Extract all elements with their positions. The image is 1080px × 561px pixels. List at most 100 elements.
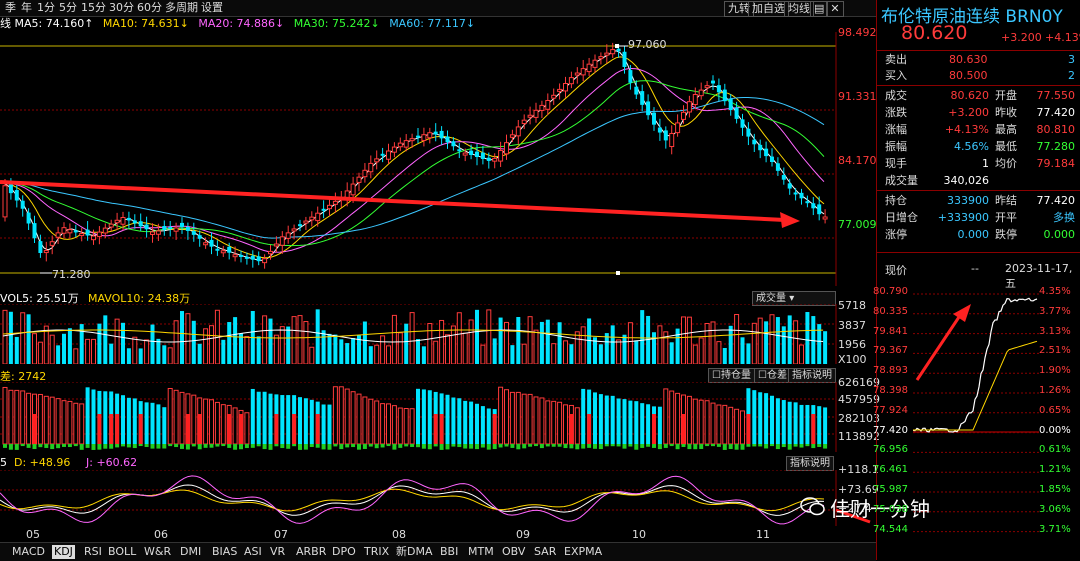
add-favorite-button[interactable]: 加自选 — [748, 1, 789, 17]
oi-diff-label: 仓差 — [766, 370, 787, 381]
candle-body — [811, 203, 816, 209]
candle-body — [273, 243, 279, 247]
oi-bar — [397, 407, 403, 445]
quote-label: 成交 — [885, 89, 907, 102]
oi-bar — [26, 392, 32, 445]
candle-body — [356, 176, 362, 183]
intraday-chart[interactable] — [913, 290, 1039, 554]
candle-body — [439, 130, 444, 139]
oi-diff-bar — [433, 444, 438, 447]
ask-row: 卖出 80.630 3 — [877, 52, 1080, 68]
oi-diff-bar — [392, 444, 397, 450]
candle-body — [568, 77, 574, 85]
quote-label: 均价 — [995, 157, 1017, 170]
tab-kdj[interactable]: KDJ — [52, 545, 75, 559]
tab-bbi[interactable]: BBI — [440, 545, 458, 559]
volume-bar — [805, 312, 810, 364]
quote-label: 涨幅 — [885, 123, 907, 136]
oi-bar — [244, 412, 250, 445]
intraday-price-label: 76.461 — [873, 464, 908, 476]
candle-body — [150, 231, 155, 235]
oi-diff-button[interactable]: ☐仓差 — [754, 368, 791, 383]
tab-trix[interactable]: TRIX — [364, 545, 389, 559]
candle-body — [227, 246, 232, 253]
volume-bar — [67, 328, 72, 364]
candlestick-chart[interactable] — [0, 32, 876, 286]
candle-body — [421, 134, 427, 141]
oi-diff-bar — [398, 444, 403, 448]
oi-diff-bar — [587, 414, 592, 444]
oi-diff-bar — [569, 414, 574, 444]
volume-bar — [475, 309, 479, 364]
period-multi[interactable]: 多周期 — [162, 1, 201, 15]
oi-bar — [191, 394, 197, 445]
volume-bar — [85, 338, 91, 364]
candle-body — [203, 242, 209, 246]
tab-dpo[interactable]: DPO — [332, 545, 356, 559]
oi-diff-bar — [486, 444, 491, 450]
volume-bar — [433, 340, 439, 364]
candle-body — [580, 68, 586, 76]
tab-sar[interactable]: SAR — [534, 545, 556, 559]
candle-body — [533, 109, 539, 118]
tab-macd[interactable]: MACD — [12, 545, 45, 559]
tab-mtm[interactable]: MTM — [468, 545, 494, 559]
period-year[interactable]: 年 — [18, 1, 35, 15]
volume-bar — [652, 332, 656, 364]
volume-bar — [279, 326, 285, 364]
quote-row: 日增仓 +333900 开平 多换 — [877, 210, 1080, 226]
tab-boll[interactable]: BOLL — [108, 545, 136, 559]
tab-vr[interactable]: VR — [270, 545, 285, 559]
candle-body — [380, 153, 385, 156]
oi-diff-bar — [368, 444, 373, 447]
oi-bar — [581, 388, 586, 444]
oi-diff-bar — [20, 444, 25, 447]
volume-bar — [468, 319, 474, 364]
close-icon[interactable]: ✕ — [826, 1, 844, 17]
period-season[interactable]: 季 — [2, 1, 19, 15]
oi-diff-bar — [480, 444, 485, 448]
candle-body — [652, 112, 656, 125]
volume-bar — [297, 315, 303, 364]
tab-rsi[interactable]: RSI — [84, 545, 102, 559]
volume-bar — [710, 321, 716, 364]
volume-bar — [291, 316, 297, 364]
tab-dmi[interactable]: DMI — [180, 545, 201, 559]
oi-help-button[interactable]: 指标说明 — [788, 368, 836, 383]
annotation-arrow-line — [915, 313, 963, 381]
tab-expma[interactable]: EXPMA — [564, 545, 602, 559]
period-5min[interactable]: 5分 — [56, 1, 80, 15]
tab-obv[interactable]: OBV — [502, 545, 525, 559]
period-60min[interactable]: 60分 — [134, 1, 165, 15]
tab-asi[interactable]: ASI — [244, 545, 262, 559]
oi-diff-bar — [32, 414, 37, 444]
wechat-icon — [800, 497, 825, 516]
volume-bar — [180, 311, 184, 364]
volume-chart — [0, 304, 837, 364]
tab-bias[interactable]: BIAS — [212, 545, 237, 559]
tab-new-dma[interactable]: 新DMA — [396, 545, 433, 559]
oi-diff-bar — [722, 444, 727, 450]
candle-body — [640, 91, 645, 105]
oi-diff-bar — [787, 444, 792, 450]
volume-bar — [498, 317, 503, 364]
oi-bar — [121, 395, 125, 444]
period-30min[interactable]: 30分 — [106, 1, 137, 15]
period-1min[interactable]: 1分 — [34, 1, 58, 15]
oi-bar — [79, 403, 85, 445]
volume-bar — [20, 312, 26, 364]
candle-body — [285, 232, 291, 239]
kdj-help-button[interactable]: 指标说明 — [786, 456, 834, 471]
tab-arbr[interactable]: ARBR — [296, 545, 326, 559]
open-interest-button[interactable]: ☐持仓量 — [708, 368, 755, 383]
volume-select-label: 成交量 — [756, 293, 786, 304]
oi-bar — [710, 402, 716, 445]
period-toolbar: 季 年 1分 5分 15分 30分 60分 多周期 设置 九转 加自选 均线 ▤… — [0, 0, 876, 17]
tab-wr[interactable]: W&R — [144, 545, 171, 559]
oi-diff-bar — [669, 444, 674, 447]
settings-button[interactable]: 设置 — [198, 1, 226, 15]
candle-body — [291, 228, 297, 232]
period-15min[interactable]: 15分 — [78, 1, 109, 15]
oi-bar — [770, 395, 774, 444]
oi-bar — [380, 403, 386, 445]
